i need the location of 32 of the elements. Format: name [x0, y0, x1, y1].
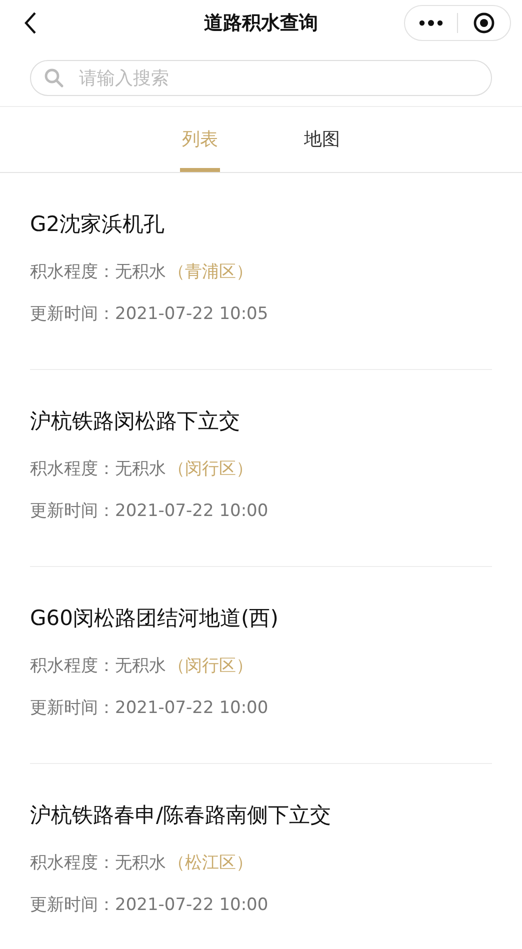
water-level: 无积水 [115, 458, 166, 481]
list-item[interactable]: 沪杭铁路闵松路下立交 积水程度：无积水（闵行区） 更新时间：2021-07-22 10:00 [30, 370, 492, 567]
update-time: 2021-07-22 10:05 [115, 303, 268, 326]
list-item[interactable]: 沪杭铁路春申/陈春路南侧下立交 积水程度：无积水（松江区） 更新时间：2021-07-22 10:00 [30, 764, 492, 949]
search-icon [44, 68, 64, 88]
district-label: （闵行区） [168, 458, 253, 481]
update-time: 2021-07-22 10:00 [115, 697, 268, 720]
district-label: （闵行区） [168, 655, 253, 678]
water-level: 无积水 [115, 852, 166, 875]
field-label: 更新时间： [30, 500, 115, 523]
page-title: 道路积水查询 [204, 10, 318, 36]
field-label: 更新时间： [30, 303, 115, 326]
location-name: 沪杭铁路闵松路下立交 [30, 408, 241, 435]
field-label: 积水程度： [30, 261, 115, 284]
tab[interactable]: 地图 [261, 107, 383, 172]
district-label: （青浦区） [168, 261, 253, 284]
field-label: 积水程度： [30, 852, 115, 875]
water-level: 无积水 [115, 261, 166, 284]
field-label: 更新时间： [30, 697, 115, 720]
field-label: 积水程度： [30, 655, 115, 678]
list-item[interactable]: G2沈家浜机孔 积水程度：无积水（青浦区） 更新时间：2021-07-22 10:05 [30, 173, 492, 370]
location-name: G2沈家浜机孔 [30, 211, 166, 238]
list-item[interactable]: G60闵松路团结河地道(西) 积水程度：无积水（闵行区） 更新时间：2021-07-22 10:00 [30, 567, 492, 764]
location-name: G60闵松路团结河地道(西) [30, 605, 280, 632]
update-time: 2021-07-22 10:00 [115, 500, 268, 523]
update-time: 2021-07-22 10:00 [115, 894, 268, 917]
field-label: 积水程度： [30, 458, 115, 481]
district-label: （松江区） [168, 852, 253, 875]
water-level: 无积水 [115, 655, 166, 678]
location-name: 沪杭铁路春申/陈春路南侧下立交 [30, 802, 332, 829]
field-label: 更新时间： [30, 894, 115, 917]
search-field[interactable]: 请输入搜索 [30, 60, 492, 96]
